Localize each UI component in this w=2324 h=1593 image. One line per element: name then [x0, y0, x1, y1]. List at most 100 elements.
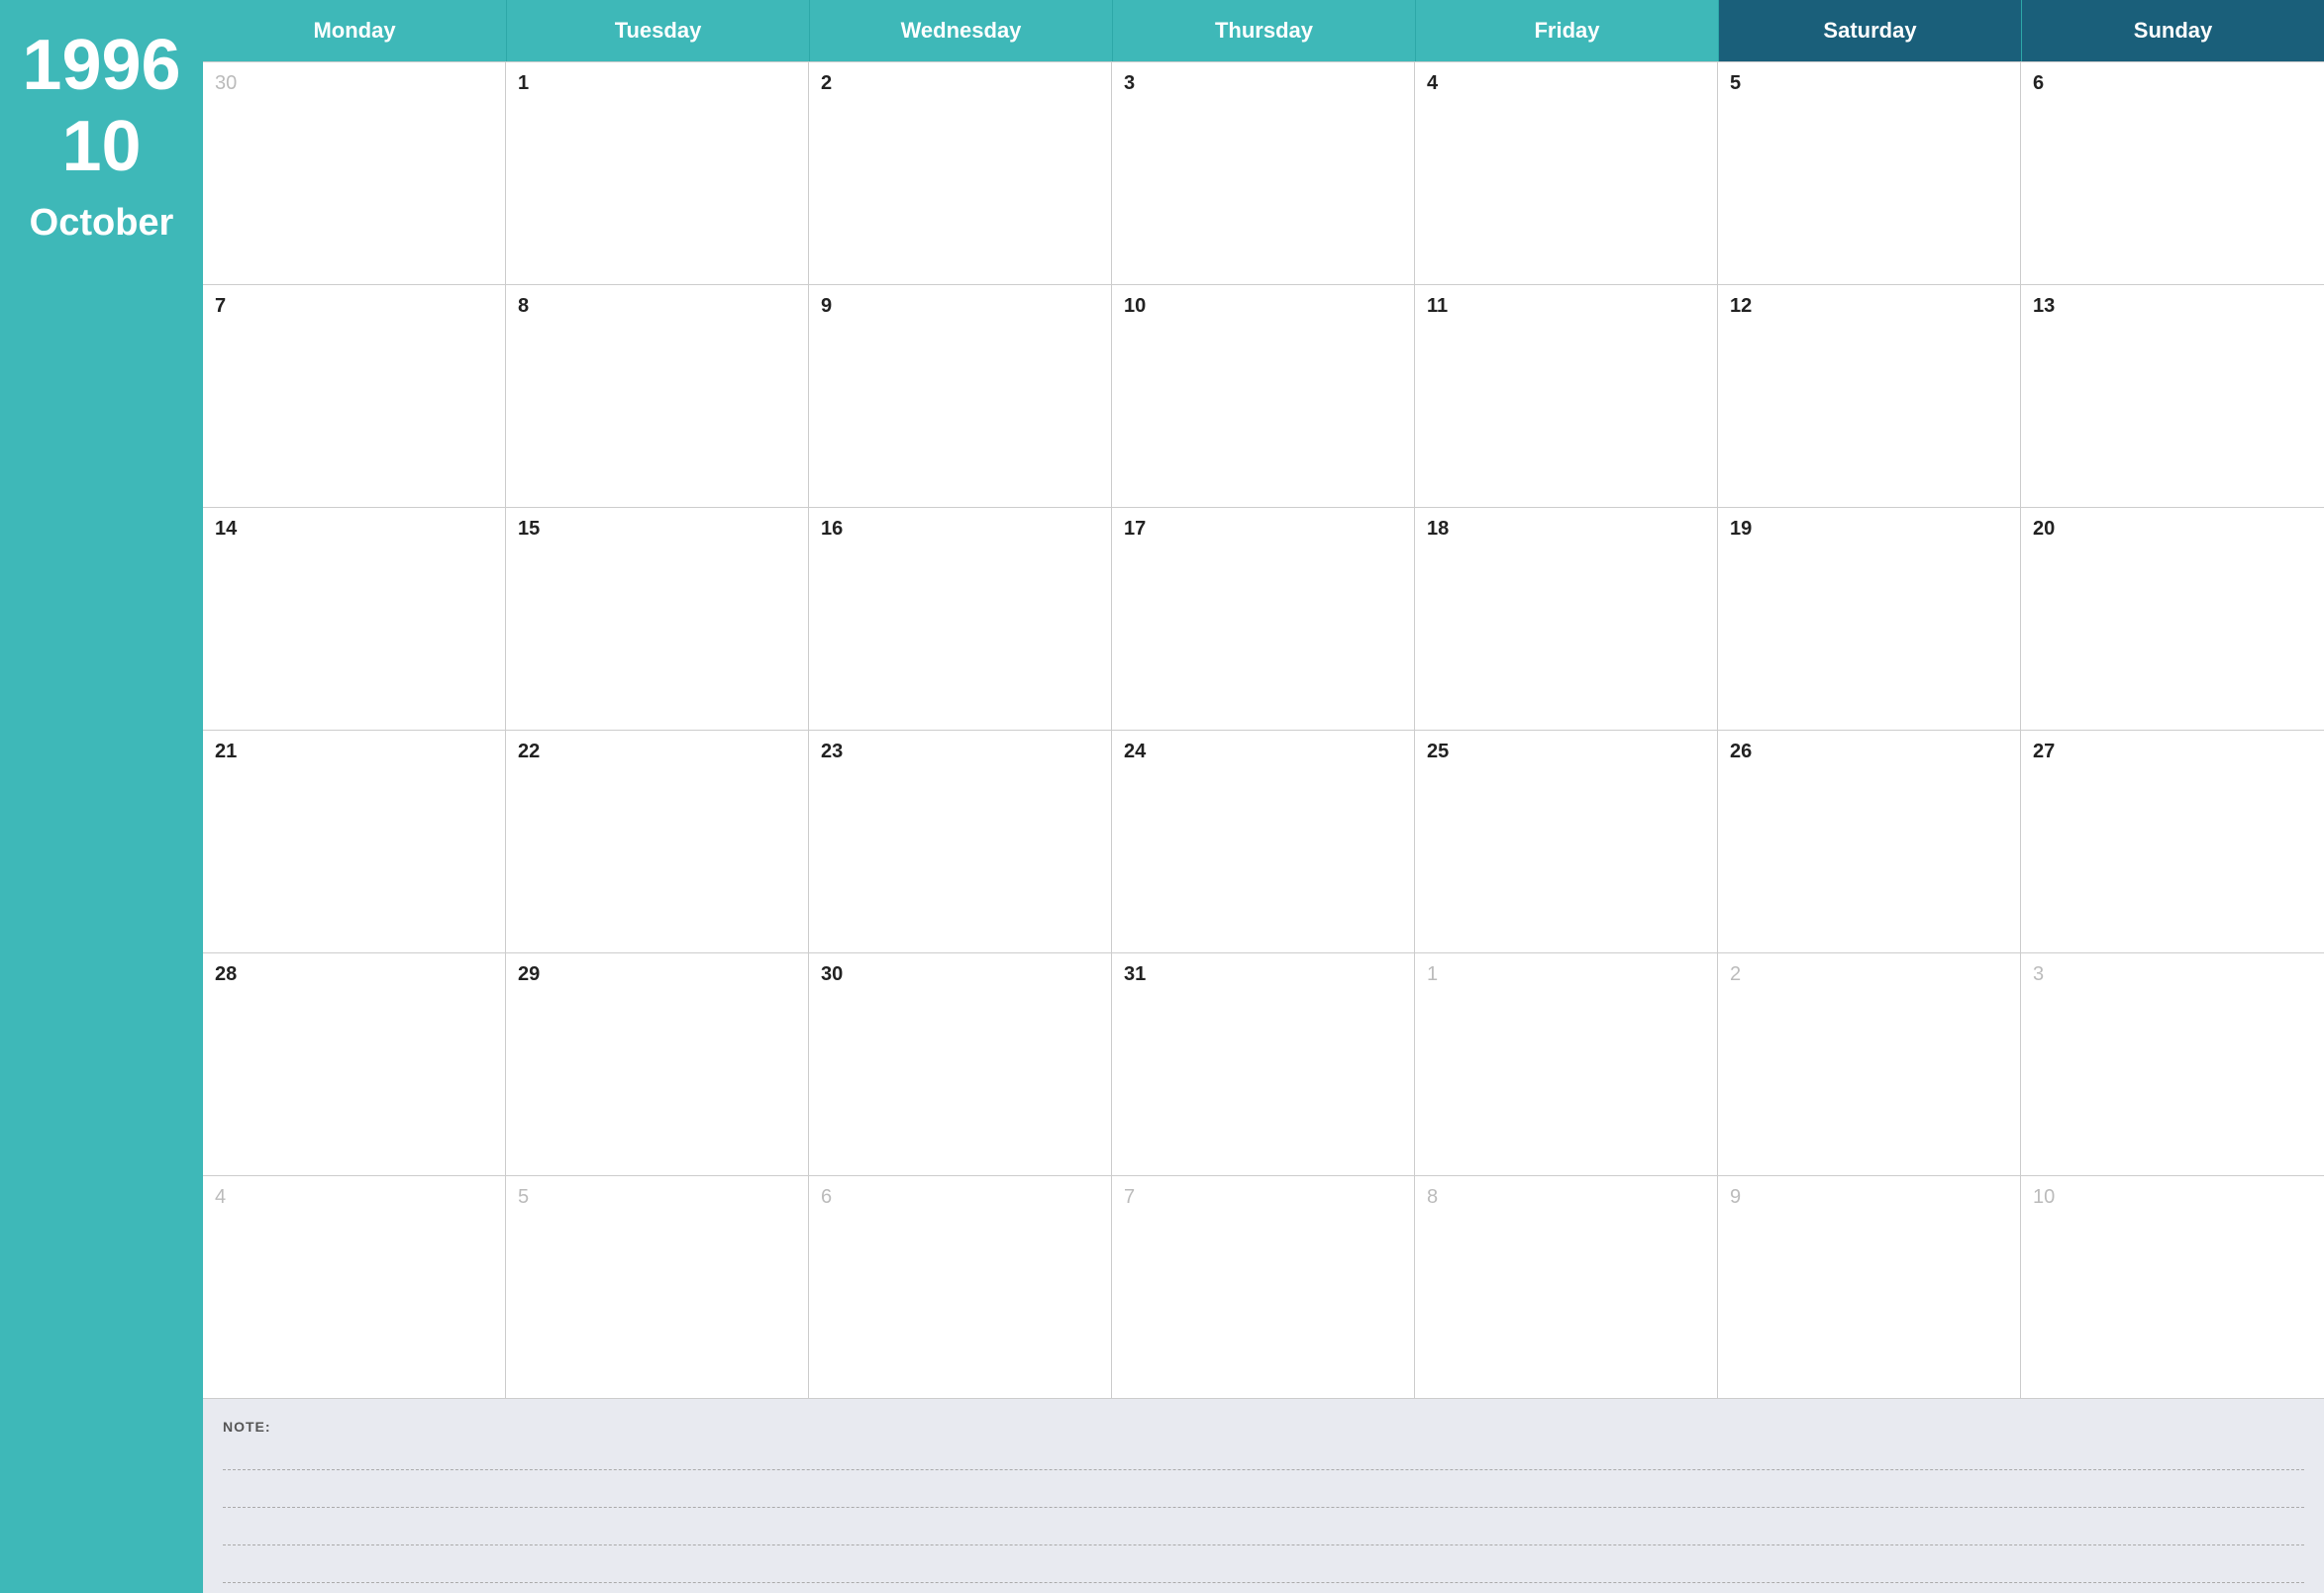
notes-line[interactable]: [223, 1516, 2304, 1545]
calendar-cell[interactable]: 7: [1112, 1176, 1415, 1399]
notes-line[interactable]: [223, 1441, 2304, 1470]
notes-lines: [223, 1441, 2304, 1583]
notes-label: NOTE:: [223, 1419, 2304, 1435]
day-number: 5: [1730, 72, 2008, 95]
calendar-cell[interactable]: 30: [203, 62, 506, 285]
calendar-cell[interactable]: 1: [506, 62, 809, 285]
header-cell-tuesday: Tuesday: [506, 0, 809, 61]
calendar-cell[interactable]: 10: [2021, 1176, 2324, 1399]
calendar-cell[interactable]: 13: [2021, 285, 2324, 508]
calendar-cell[interactable]: 29: [506, 953, 809, 1176]
calendar-cell[interactable]: 23: [809, 731, 1112, 953]
calendar-cell[interactable]: 16: [809, 508, 1112, 731]
calendar-cell[interactable]: 7: [203, 285, 506, 508]
sidebar-month-number: 10: [61, 111, 141, 182]
day-number: 27: [2033, 741, 2312, 763]
calendar-main: MondayTuesdayWednesdayThursdayFridaySatu…: [203, 0, 2324, 1593]
calendar-cell[interactable]: 8: [1415, 1176, 1718, 1399]
day-number: 20: [2033, 518, 2312, 541]
calendar-cell[interactable]: 9: [1718, 1176, 2021, 1399]
calendar-cell[interactable]: 25: [1415, 731, 1718, 953]
header-cell-wednesday: Wednesday: [809, 0, 1112, 61]
day-number: 30: [215, 72, 493, 95]
calendar-cell[interactable]: 9: [809, 285, 1112, 508]
calendar-cell[interactable]: 28: [203, 953, 506, 1176]
day-number: 1: [518, 72, 796, 95]
calendar-cell[interactable]: 30: [809, 953, 1112, 1176]
day-number: 3: [1124, 72, 1402, 95]
day-number: 12: [1730, 295, 2008, 318]
calendar-cell[interactable]: 22: [506, 731, 809, 953]
day-number: 6: [821, 1186, 1099, 1209]
calendar-cell[interactable]: 6: [809, 1176, 1112, 1399]
day-number: 26: [1730, 741, 2008, 763]
day-number: 10: [1124, 295, 1402, 318]
day-number: 28: [215, 963, 493, 986]
header-cell-monday: Monday: [203, 0, 506, 61]
day-number: 31: [1124, 963, 1402, 986]
day-number: 3: [2033, 963, 2312, 986]
calendar-cell[interactable]: 2: [809, 62, 1112, 285]
day-number: 14: [215, 518, 493, 541]
sidebar: 1996 10 October: [0, 0, 203, 1593]
calendar-cell[interactable]: 3: [2021, 953, 2324, 1176]
calendar-cell[interactable]: 8: [506, 285, 809, 508]
day-number: 13: [2033, 295, 2312, 318]
day-number: 9: [1730, 1186, 2008, 1209]
calendar-cell[interactable]: 15: [506, 508, 809, 731]
calendar-cell[interactable]: 21: [203, 731, 506, 953]
calendar-cell[interactable]: 31: [1112, 953, 1415, 1176]
day-number: 22: [518, 741, 796, 763]
day-number: 16: [821, 518, 1099, 541]
sidebar-month-name: October: [30, 202, 174, 245]
day-number: 4: [1427, 72, 1705, 95]
calendar-cell[interactable]: 1: [1415, 953, 1718, 1176]
day-number: 8: [518, 295, 796, 318]
calendar-cell[interactable]: 3: [1112, 62, 1415, 285]
day-number: 1: [1427, 963, 1705, 986]
notes-line[interactable]: [223, 1553, 2304, 1583]
calendar-cell[interactable]: 5: [506, 1176, 809, 1399]
calendar-cell[interactable]: 27: [2021, 731, 2324, 953]
day-number: 2: [821, 72, 1099, 95]
notes-section: NOTE:: [203, 1399, 2324, 1593]
calendar-cell[interactable]: 17: [1112, 508, 1415, 731]
day-number: 5: [518, 1186, 796, 1209]
calendar-cell[interactable]: 11: [1415, 285, 1718, 508]
calendar-cell[interactable]: 18: [1415, 508, 1718, 731]
sidebar-year: 1996: [22, 30, 180, 101]
day-number: 21: [215, 741, 493, 763]
day-number: 30: [821, 963, 1099, 986]
header-cell-saturday: Saturday: [1718, 0, 2021, 61]
day-number: 7: [1124, 1186, 1402, 1209]
header-cell-friday: Friday: [1415, 0, 1718, 61]
calendar-cell[interactable]: 20: [2021, 508, 2324, 731]
calendar-cell[interactable]: 4: [1415, 62, 1718, 285]
calendar-cell[interactable]: 10: [1112, 285, 1415, 508]
calendar-cell[interactable]: 4: [203, 1176, 506, 1399]
day-number: 17: [1124, 518, 1402, 541]
calendar-cell[interactable]: 14: [203, 508, 506, 731]
calendar-header: MondayTuesdayWednesdayThursdayFridaySatu…: [203, 0, 2324, 61]
calendar-cell[interactable]: 26: [1718, 731, 2021, 953]
calendar-cell[interactable]: 6: [2021, 62, 2324, 285]
day-number: 23: [821, 741, 1099, 763]
calendar-cell[interactable]: 5: [1718, 62, 2021, 285]
day-number: 11: [1427, 295, 1705, 318]
calendar-cell[interactable]: 2: [1718, 953, 2021, 1176]
day-number: 6: [2033, 72, 2312, 95]
day-number: 19: [1730, 518, 2008, 541]
notes-line[interactable]: [223, 1478, 2304, 1508]
day-number: 24: [1124, 741, 1402, 763]
calendar-cell[interactable]: 24: [1112, 731, 1415, 953]
day-number: 7: [215, 295, 493, 318]
calendar-wrapper: 1996 10 October MondayTuesdayWednesdayTh…: [0, 0, 2324, 1593]
day-number: 25: [1427, 741, 1705, 763]
header-cell-thursday: Thursday: [1112, 0, 1415, 61]
calendar-cell[interactable]: 19: [1718, 508, 2021, 731]
day-number: 29: [518, 963, 796, 986]
day-number: 8: [1427, 1186, 1705, 1209]
calendar-cell[interactable]: 12: [1718, 285, 2021, 508]
day-number: 9: [821, 295, 1099, 318]
day-number: 15: [518, 518, 796, 541]
